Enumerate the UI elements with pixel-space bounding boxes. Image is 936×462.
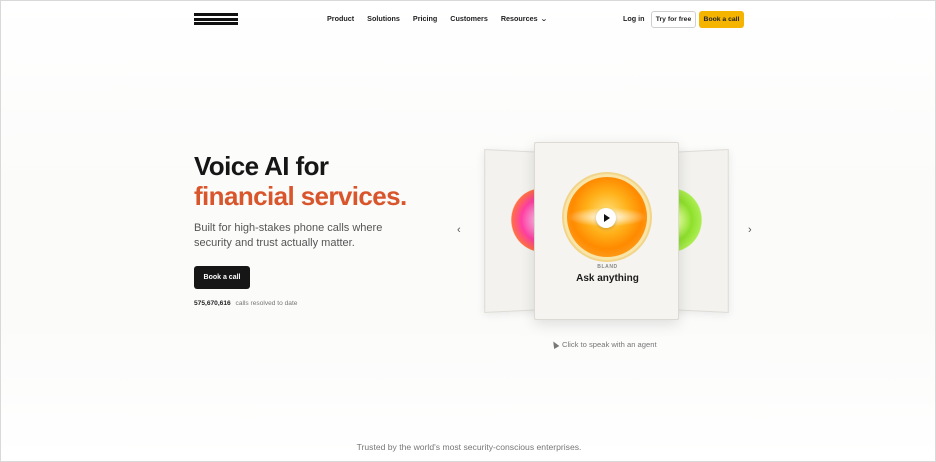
- book-call-nav-button[interactable]: Book a call: [699, 11, 744, 28]
- cursor-icon: [550, 339, 560, 350]
- book-call-button[interactable]: Book a call: [194, 266, 250, 289]
- chevron-down-icon: ⌄: [539, 15, 548, 23]
- trusted-by-text: Trusted by the world's most security-con…: [356, 442, 582, 452]
- carousel-next-icon[interactable]: ›: [748, 224, 752, 236]
- nav-resources-label: Resources: [500, 14, 538, 23]
- hero-subtitle: Built for high-stakes phone calls where …: [194, 222, 383, 249]
- nav-product[interactable]: Product: [327, 14, 354, 23]
- nav-solutions[interactable]: Solutions: [367, 14, 400, 23]
- top-nav: Product Solutions Pricing Customers Reso…: [1, 1, 936, 39]
- nav-customers[interactable]: Customers: [450, 14, 488, 23]
- try-for-free-button[interactable]: Try for free: [651, 11, 696, 28]
- hero-title-line1: Voice AI for: [194, 151, 329, 181]
- speak-hint: Click to speak with an agent: [550, 339, 657, 350]
- nav-resources[interactable]: Resources ⌄: [500, 14, 548, 23]
- hero-title-line2: financial services.: [194, 181, 407, 211]
- calls-label: calls resolved to date: [235, 300, 298, 307]
- calls-count: 575,670,616: [194, 300, 231, 307]
- calls-stat: 575,670,616 calls resolved to date: [194, 300, 297, 307]
- nav-links: Product Solutions Pricing Customers Reso…: [327, 14, 548, 23]
- card-title: Ask anything: [576, 273, 639, 284]
- speak-hint-label: Click to speak with an agent: [562, 340, 657, 349]
- brand-logo[interactable]: [194, 13, 238, 25]
- login-link[interactable]: Log in: [623, 14, 645, 23]
- card-brand: BLAND: [597, 264, 618, 270]
- play-icon[interactable]: [596, 208, 616, 228]
- carousel-prev-icon[interactable]: ‹: [457, 224, 461, 236]
- nav-pricing[interactable]: Pricing: [413, 14, 437, 23]
- page-frame: Product Solutions Pricing Customers Reso…: [0, 0, 936, 462]
- agent-card-main[interactable]: BLAND Ask anything: [534, 142, 679, 320]
